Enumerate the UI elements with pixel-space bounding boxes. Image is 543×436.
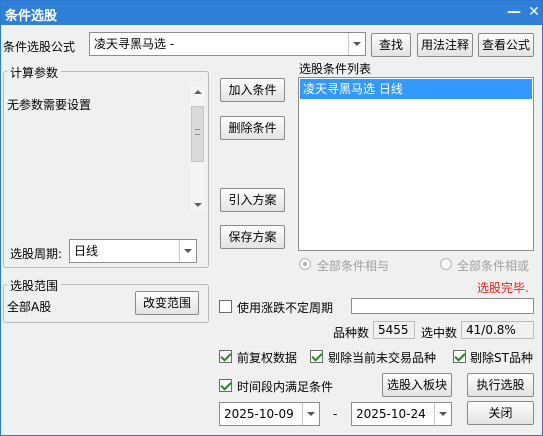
usage-notes-button[interactable]: 用法注释 <box>417 33 473 57</box>
date-separator: - <box>333 407 338 421</box>
exclude-st-checkbox[interactable] <box>453 350 466 363</box>
change-range-button[interactable]: 改变范围 <box>135 291 199 315</box>
logic-or-radio[interactable] <box>440 258 452 270</box>
count-label: 品种数 <box>333 326 370 340</box>
range-value: 全部A股 <box>7 300 52 314</box>
formula-label: 条件选股公式 <box>3 40 76 54</box>
condition-item-label: 凌天寻黑马选 日线 <box>303 82 403 96</box>
exclude-untraded-label: 剔除当前未交易品种 <box>328 351 437 365</box>
selected-value: 41/0.8% <box>466 323 516 337</box>
scroll-down-icon[interactable] <box>194 203 202 207</box>
adjust-label: 前复权数据 <box>237 351 298 365</box>
save-plan-button[interactable]: 保存方案 <box>220 225 285 249</box>
logic-or-label: 全部条件相或 <box>457 259 530 273</box>
grip-icon <box>195 129 200 135</box>
list-item[interactable]: 凌天寻黑马选 日线 <box>300 79 532 99</box>
time-range-checkbox[interactable] <box>219 379 232 392</box>
chevron-down-icon[interactable] <box>179 240 196 262</box>
condition-stock-screening-window: 条件选股 — ✕ 条件选股公式 凌天寻黑马选 - 查找 用法注释 查看公式 计算… <box>0 0 543 436</box>
period-combobox[interactable]: 日线 <box>69 239 197 263</box>
stock-range-title: 选股范围 <box>7 277 62 294</box>
logic-and-label: 全部条件相与 <box>317 259 390 273</box>
flex-period-input[interactable] <box>351 298 534 314</box>
exclude-st-label: 剔除ST品种 <box>470 351 533 365</box>
status-text: 选股完毕. <box>477 281 529 295</box>
selected-label: 选中数 <box>421 326 458 340</box>
add-condition-button[interactable]: 加入条件 <box>220 78 285 102</box>
start-date-picker[interactable]: 2025-10-09 <box>219 402 320 426</box>
scroll-up-icon[interactable] <box>194 90 202 94</box>
title-bar[interactable]: 条件选股 — ✕ <box>1 1 542 25</box>
exclude-untraded-checkbox[interactable] <box>310 350 323 363</box>
params-scrollbar[interactable] <box>190 86 205 212</box>
formula-combobox[interactable]: 凌天寻黑马选 - <box>89 32 366 56</box>
chevron-down-icon[interactable] <box>348 33 365 55</box>
period-value: 日线 <box>74 244 99 258</box>
start-date-value: 2025-10-09 <box>224 407 294 421</box>
add-to-block-button[interactable]: 选股入板块 <box>382 373 452 397</box>
end-date-picker[interactable]: 2025-10-24 <box>351 402 452 426</box>
time-range-label: 时间段内满足条件 <box>237 380 334 394</box>
chevron-down-icon[interactable] <box>434 403 451 425</box>
import-plan-button[interactable]: 引入方案 <box>220 188 285 212</box>
scrollbar-thumb[interactable] <box>191 106 204 162</box>
view-formula-button[interactable]: 查看公式 <box>478 33 534 57</box>
minimize-icon[interactable]: — <box>506 4 522 20</box>
count-value: 5455 <box>378 323 409 337</box>
no-params-text: 无参数需要设置 <box>7 98 92 112</box>
adjust-checkbox[interactable] <box>219 350 232 363</box>
end-date-value: 2025-10-24 <box>356 407 426 421</box>
run-screening-button[interactable]: 执行选股 <box>467 373 534 397</box>
close-icon[interactable]: ✕ <box>526 4 542 20</box>
close-button[interactable]: 关闭 <box>467 401 534 425</box>
calc-params-title: 计算参数 <box>7 64 62 81</box>
period-label: 选股周期: <box>10 247 63 261</box>
find-button[interactable]: 查找 <box>371 33 411 57</box>
flex-period-label: 使用涨跌不定周期 <box>237 301 334 315</box>
formula-value: 凌天寻黑马选 - <box>94 37 175 51</box>
condition-list[interactable]: 凌天寻黑马选 日线 <box>298 77 534 251</box>
condition-list-title: 选股条件列表 <box>299 62 372 76</box>
chevron-down-icon[interactable] <box>302 403 319 425</box>
selected-field: 41/0.8% <box>461 321 534 339</box>
delete-condition-button[interactable]: 删除条件 <box>220 116 285 140</box>
window-title: 条件选股 <box>5 9 58 24</box>
flex-period-checkbox[interactable] <box>219 300 232 313</box>
count-field: 5455 <box>373 321 415 339</box>
logic-and-radio[interactable] <box>299 258 311 270</box>
